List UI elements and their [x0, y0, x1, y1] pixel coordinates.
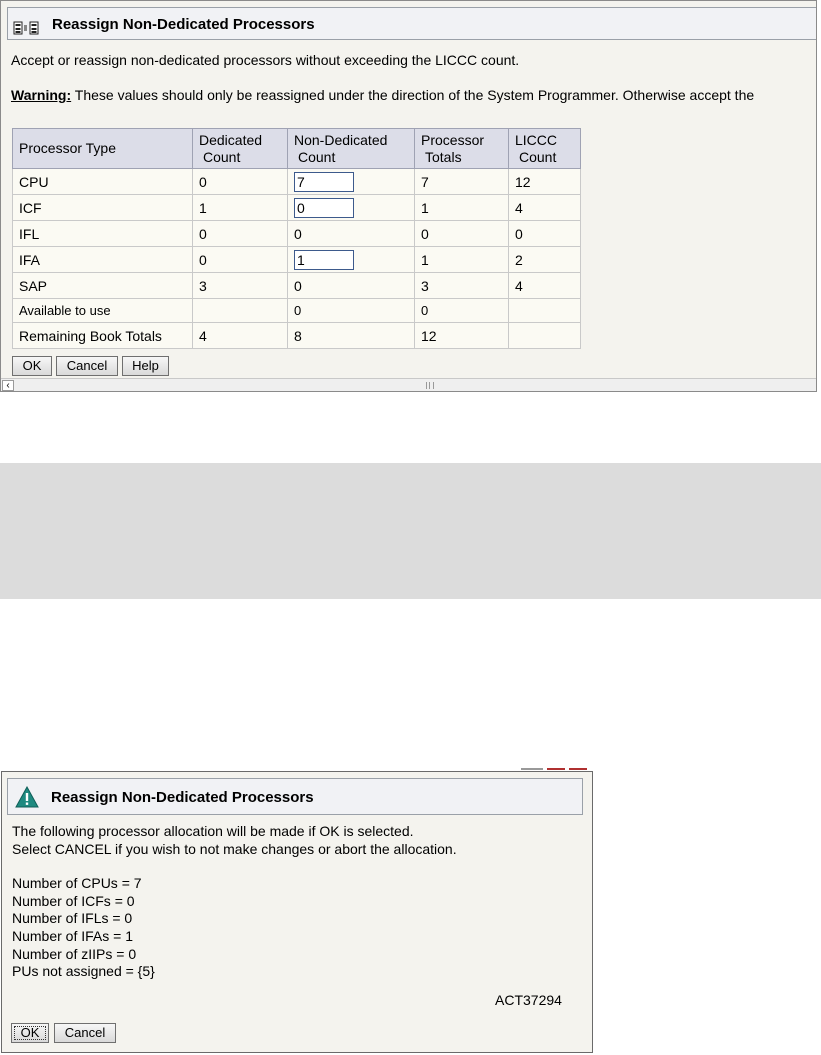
- cell-type: SAP: [12, 272, 193, 299]
- cell-dedicated: 0: [192, 168, 288, 195]
- table-row-sap: SAP 3 0 3 4: [12, 272, 581, 299]
- scrollbar-grip-icon[interactable]: [426, 382, 434, 389]
- cell-totals: 0: [414, 298, 509, 323]
- confirm-cancel-button[interactable]: Cancel: [54, 1023, 116, 1043]
- cpu-non-dedicated-input[interactable]: [294, 171, 354, 192]
- column-header-processor-type: Processor Type: [12, 128, 193, 169]
- cell-type: Remaining Book Totals: [12, 322, 193, 349]
- message-line: Select CANCEL if you wish to not make ch…: [12, 840, 457, 857]
- reassign-panel: Reassign Non-Dedicated Processors Accept…: [0, 0, 817, 392]
- table-header-row: Processor Type Dedicated Count Non-Dedica…: [12, 128, 581, 169]
- cell-liccc: 2: [508, 246, 581, 273]
- cell-liccc: 0: [508, 220, 581, 247]
- allocation-line: Number of CPUs = 7: [12, 875, 142, 892]
- processor-table: Processor Type Dedicated Count Non-Dedica…: [12, 128, 581, 349]
- scroll-left-arrow-icon[interactable]: ‹: [2, 380, 14, 391]
- cell-totals: 3: [414, 272, 509, 299]
- help-button[interactable]: Help: [122, 356, 169, 376]
- confirm-dialog-title: Reassign Non-Dedicated Processors: [51, 789, 314, 806]
- ok-button[interactable]: OK: [12, 356, 52, 376]
- table-row-cpu: CPU 0 7 12: [12, 168, 581, 195]
- allocation-line: Number of ICFs = 0: [12, 892, 135, 909]
- cell-dedicated: [192, 298, 288, 323]
- separator-band: [0, 463, 821, 599]
- cell-type: IFL: [12, 220, 193, 247]
- panel-header: Reassign Non-Dedicated Processors: [7, 7, 816, 40]
- cell-dedicated: 4: [192, 322, 288, 349]
- cell-dedicated: 0: [192, 220, 288, 247]
- table-row-ifa: IFA 0 1 2: [12, 246, 581, 273]
- cell-dedicated: 3: [192, 272, 288, 299]
- allocation-line: Number of zIIPs = 0: [12, 945, 137, 962]
- cell-non-dedicated: 0: [287, 220, 415, 247]
- column-header-liccc-count: LICCC Count: [508, 128, 581, 169]
- cell-non-dedicated: 0: [287, 272, 415, 299]
- cell-type: ICF: [12, 194, 193, 221]
- cell-liccc: 4: [508, 194, 581, 221]
- warning-message: Warning: These values should only be rea…: [11, 87, 754, 103]
- warning-label: Warning:: [11, 87, 72, 103]
- cancel-button[interactable]: Cancel: [56, 356, 118, 376]
- panel-title: Reassign Non-Dedicated Processors: [52, 16, 315, 33]
- cell-totals: 0: [414, 220, 509, 247]
- allocation-line: PUs not assigned = {5}: [12, 963, 155, 980]
- panel-description: Accept or reassign non-dedicated process…: [11, 52, 520, 68]
- allocation-line: Number of IFAs = 1: [12, 927, 133, 944]
- cell-liccc: 4: [508, 272, 581, 299]
- confirm-dialog-body: The following processor allocation will …: [12, 823, 457, 981]
- cell-totals: 1: [414, 194, 509, 221]
- column-header-dedicated-count: Dedicated Count: [192, 128, 288, 169]
- table-row-icf: ICF 1 1 4: [12, 194, 581, 221]
- allocation-line: Number of IFLs = 0: [12, 910, 133, 927]
- cell-totals: 1: [414, 246, 509, 273]
- cell-dedicated: 1: [192, 194, 288, 221]
- table-row-ifl: IFL 0 0 0 0: [12, 220, 581, 247]
- cell-non-dedicated: [287, 194, 415, 221]
- cell-non-dedicated: [287, 168, 415, 195]
- warning-triangle-icon: [15, 786, 39, 808]
- cell-dedicated: 0: [192, 246, 288, 273]
- ifa-non-dedicated-input[interactable]: [294, 249, 354, 270]
- table-row-remaining-totals: Remaining Book Totals 4 8 12: [12, 322, 581, 349]
- column-header-processor-totals: Processor Totals: [414, 128, 509, 169]
- warning-text: These values should only be reassigned u…: [71, 87, 755, 103]
- horizontal-scrollbar[interactable]: ‹: [1, 378, 816, 391]
- cell-non-dedicated: 8: [287, 322, 415, 349]
- table-row-available: Available to use 0 0: [12, 298, 581, 323]
- cell-non-dedicated: 0: [287, 298, 415, 323]
- cell-liccc: [508, 322, 581, 349]
- icf-non-dedicated-input[interactable]: [294, 197, 354, 218]
- confirm-dialog: Reassign Non-Dedicated Processors The fo…: [1, 771, 593, 1053]
- cell-totals: 7: [414, 168, 509, 195]
- column-header-non-dedicated-count: Non-Dedicated Count: [287, 128, 415, 169]
- cell-non-dedicated: [287, 246, 415, 273]
- confirm-ok-button[interactable]: OK: [11, 1023, 49, 1043]
- cell-type: CPU: [12, 168, 193, 195]
- cell-liccc: [508, 298, 581, 323]
- cell-liccc: 12: [508, 168, 581, 195]
- cell-type: Available to use: [12, 298, 193, 323]
- task-icon: [13, 21, 39, 35]
- cell-type: IFA: [12, 246, 193, 273]
- cell-totals: 12: [414, 322, 509, 349]
- confirm-dialog-header: Reassign Non-Dedicated Processors: [7, 778, 583, 815]
- message-code: ACT37294: [495, 992, 562, 1008]
- message-line: The following processor allocation will …: [12, 823, 414, 839]
